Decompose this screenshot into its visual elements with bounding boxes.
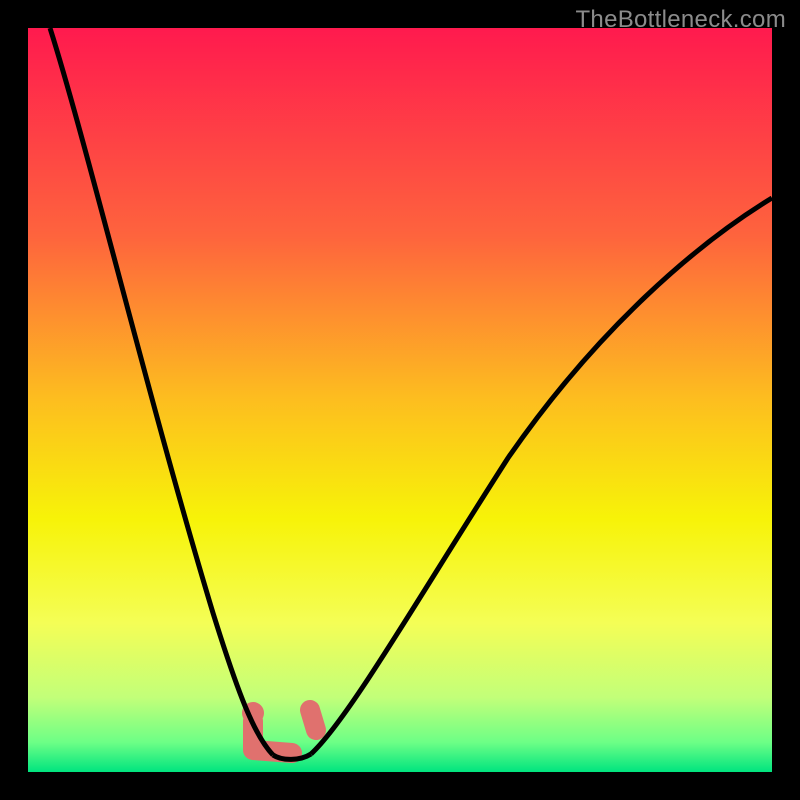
plot-frame: TheBottleneck.com	[0, 0, 800, 800]
plot-background-gradient	[28, 28, 772, 772]
attribution-label: TheBottleneck.com	[575, 6, 786, 34]
bottleneck-plot	[28, 28, 772, 772]
